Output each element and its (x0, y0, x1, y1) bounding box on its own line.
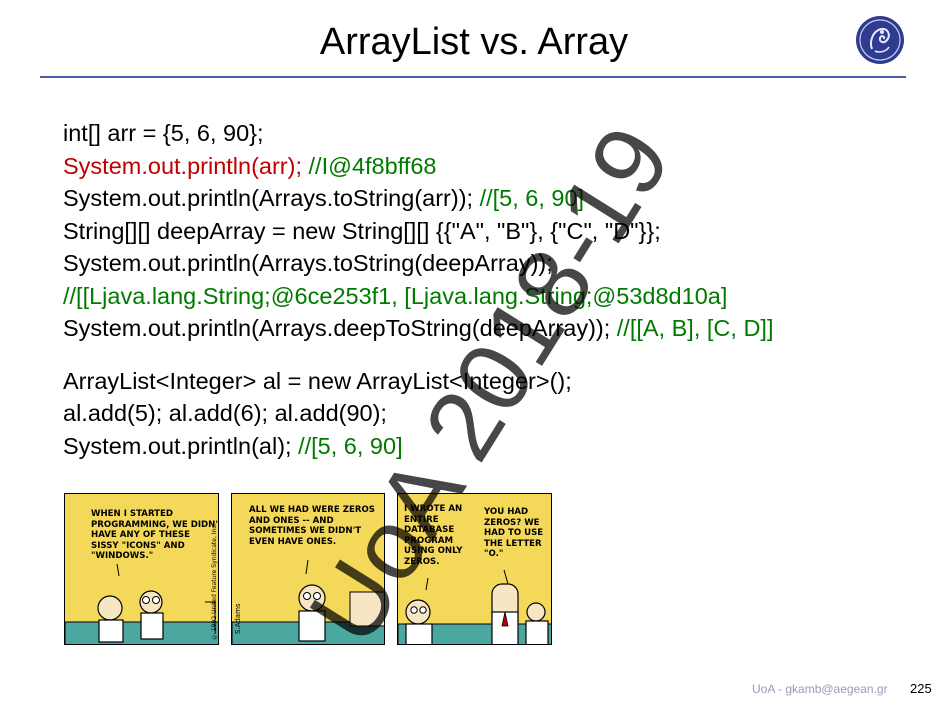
code-line: System.out.println(arr); //I@4f8bff68 (63, 150, 923, 183)
page-number: 225 (910, 681, 932, 696)
code-line: String[][] deepArray = new String[][] {{… (63, 217, 661, 244)
code-comment: //I@4f8bff68 (301, 152, 437, 179)
code-line: ArrayList<Integer> al = new ArrayList<In… (63, 367, 572, 394)
code-comment: //[5, 6, 90] (473, 185, 585, 211)
comic-copyright: © 1992 United Feature Syndicate, Inc. (211, 523, 218, 640)
code-line: System.out.println(Arrays.deepToString(d… (63, 312, 923, 345)
code-line: System.out.println(al); //[5, 6, 90] (63, 430, 923, 463)
code-text: System.out.println(arr); (63, 152, 302, 179)
comic-panel-2: ALL WE HAD WERE ZEROS AND ONES -- AND SO… (231, 493, 385, 645)
dilbert-comic: WHEN I STARTED PROGRAMMING, WE DIDN'T HA… (64, 493, 554, 647)
code-comment-line: //[[Ljava.lang.String;@6ce253f1, [Ljava.… (63, 282, 728, 309)
code-block: int[] arr = {5, 6, 90}; System.out.print… (63, 117, 923, 462)
code-line: al.add(5); al.add(6); al.add(90); (63, 400, 387, 426)
code-comment: //[[A, B], [C, D]] (610, 315, 774, 341)
code-text: System.out.println(Arrays.deepToString(d… (63, 315, 611, 341)
slide-title: ArrayList vs. Array (319, 21, 629, 63)
code-line: System.out.println(Arrays.toString(arr))… (63, 182, 923, 215)
code-comment: //[5, 6, 90] (291, 432, 403, 459)
university-logo-icon (856, 16, 904, 64)
panel-3-illustration (398, 569, 551, 644)
code-line: System.out.println(Arrays.toString(deepA… (63, 250, 553, 276)
comic-panel-3: I WROTE AN ENTIRE DATABASE PROGRAM USING… (397, 493, 552, 645)
code-text: System.out.println(al); (63, 432, 292, 459)
panel-1-illustration (65, 563, 218, 644)
code-gap (63, 345, 923, 365)
code-line: int[] arr = {5, 6, 90}; (63, 120, 264, 146)
artist-credit: S.Adams (234, 603, 242, 634)
title-divider (40, 76, 906, 78)
code-text: System.out.println(Arrays.toString(arr))… (63, 185, 474, 211)
panel-2-illustration (232, 559, 384, 644)
slide-footer: UoA - gkamb@aegean.gr (752, 682, 888, 696)
comic-panel-1: WHEN I STARTED PROGRAMMING, WE DIDN'T HA… (64, 493, 219, 645)
